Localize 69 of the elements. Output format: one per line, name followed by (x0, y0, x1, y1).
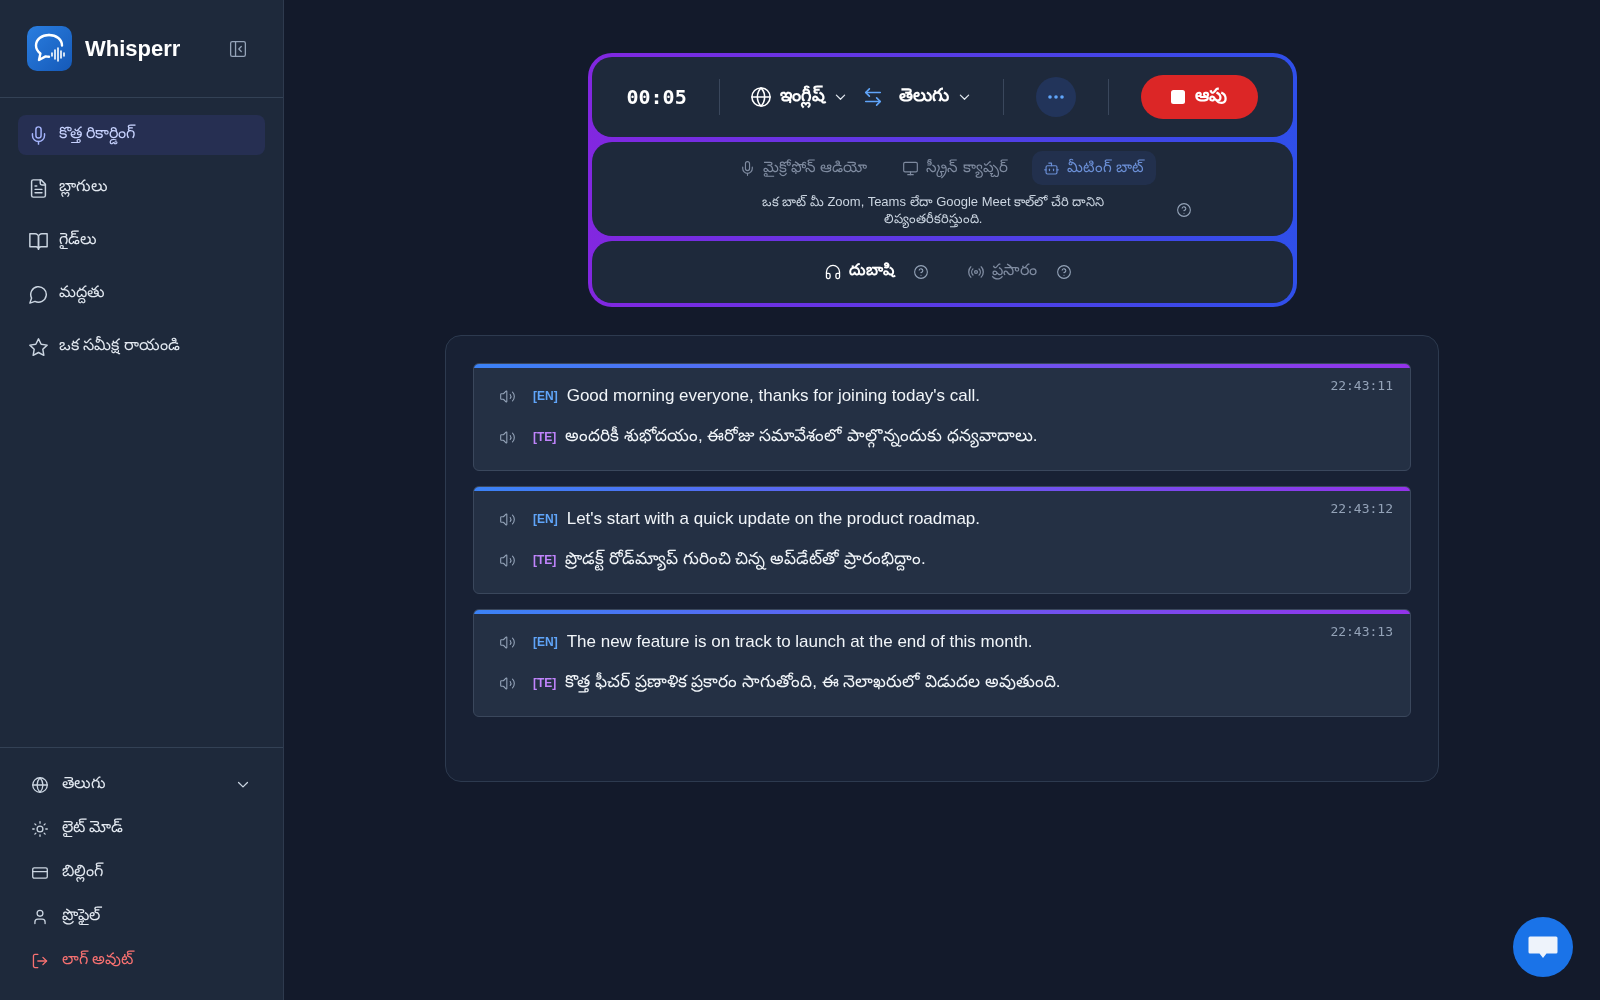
speaker-icon[interactable] (500, 675, 515, 691)
sun-icon (32, 821, 48, 837)
speech-bubble-icon (29, 284, 48, 304)
language-code: [TE] (533, 430, 557, 444)
stop-button[interactable]: ఆపు (1140, 75, 1258, 119)
app-logo-icon (27, 26, 72, 71)
mode-description: ఒక బాట్ మీ Zoom, Teams లేదా Google Meet కాల్‌లో చేరి దానిని లిప్యంతరీకరిస్తుంది. (760, 193, 1106, 227)
nav-item[interactable]: బ్లాగులు (18, 168, 265, 208)
capture-mode-tab[interactable]: స్క్రీన్ క్యాప్చర్ (891, 151, 1020, 185)
card-icon (32, 865, 48, 881)
nav-item[interactable]: మద్దతు (18, 274, 265, 314)
logout-icon (32, 953, 48, 969)
document-icon (29, 178, 48, 198)
nav-item[interactable]: కొత్త రికార్డింగ్ (18, 115, 265, 155)
headphones-icon (825, 264, 841, 280)
mic-icon (29, 125, 48, 145)
language-code: [EN] (533, 389, 558, 403)
logout-link[interactable]: లాగ్ అవుట్ (32, 945, 250, 977)
help-icon[interactable] (1057, 265, 1071, 279)
recording-timer: 00:05 (626, 85, 687, 109)
help-icon[interactable] (1177, 203, 1191, 217)
language-code: [TE] (533, 553, 557, 567)
broadcast-icon (968, 264, 984, 280)
book-icon (29, 231, 48, 251)
timestamp: 22:43:12 (1330, 501, 1393, 517)
swap-icon[interactable] (863, 87, 884, 107)
mic-icon (740, 160, 756, 176)
sidebar-link[interactable]: బిల్లింగ్ (32, 857, 250, 889)
stop-icon (1171, 90, 1185, 104)
person-icon (32, 909, 48, 925)
globe-icon (751, 87, 772, 107)
speaker-icon[interactable] (500, 634, 515, 650)
speaker-icon[interactable] (500, 429, 515, 445)
transcript-text: Good morning everyone, thanks for joining today's call. (566, 386, 981, 406)
speaker-icon[interactable] (500, 388, 515, 404)
output-mode-option[interactable]: ప్రసారం (968, 261, 1037, 283)
sidebar-link[interactable]: లైట్ మోడ్ (32, 813, 250, 845)
transcript-text: ప్రొడక్ట్ రోడ్‌మ్యాప్ గురించి చిన్న అప్‌డేట్‌తో ప్రారంభిద్దాం. (565, 548, 926, 572)
nav-item[interactable]: ఒక సమీక్ష రాయండి (18, 327, 265, 367)
speaker-icon[interactable] (500, 552, 515, 568)
transcript-text: Let's start with a quick update on the product roadmap. (566, 509, 981, 529)
robot-icon (1043, 160, 1059, 176)
output-mode-option[interactable]: దుబాషి (825, 261, 894, 283)
language-dropdown[interactable]: ఇంగ్లీష్ (751, 84, 848, 110)
star-icon (29, 337, 48, 357)
sidebar-link[interactable]: ప్రొఫైల్ (32, 901, 250, 933)
language-code: [EN] (533, 512, 558, 526)
timestamp: 22:43:11 (1330, 378, 1393, 394)
language-dropdown[interactable]: తెలుగు (899, 84, 972, 110)
sidebar-toggle-icon[interactable] (229, 39, 247, 58)
transcript-text: అందరికీ శుభోదయం, ఈరోజు సమావేశంలో పాల్గొన్నందుకు ధన్యవాదాలు. (565, 425, 1038, 449)
monitor-icon (903, 160, 919, 176)
speaker-icon[interactable] (500, 511, 515, 527)
chat-button[interactable] (1513, 917, 1573, 977)
help-icon[interactable] (914, 265, 928, 279)
language-dropdown[interactable]: తెలుగు (32, 769, 250, 801)
chat-icon (1528, 935, 1558, 959)
globe-icon (32, 777, 48, 793)
nav-item[interactable]: గైడ్‌లు (18, 221, 265, 261)
capture-mode-tab[interactable]: మీటింగ్ బాట్ (1031, 151, 1156, 185)
language-code: [TE] (533, 676, 557, 690)
more-button[interactable] (1035, 77, 1076, 117)
capture-mode-tab[interactable]: మైక్రోఫోన్ ఆడియో (728, 151, 880, 185)
transcript-text: కొత్త ఫీచర్ ప్రణాళిక ప్రకారం సాగుతోంది, ఈ నెలాఖరులో విడుదల అవుతుంది. (565, 671, 1061, 695)
app-name: Whisperr (85, 35, 181, 62)
language-code: [EN] (533, 635, 558, 649)
timestamp: 22:43:13 (1330, 624, 1393, 640)
transcript-text: The new feature is on track to launch at the end of this month. (566, 632, 1033, 652)
more-icon (1047, 95, 1064, 99)
